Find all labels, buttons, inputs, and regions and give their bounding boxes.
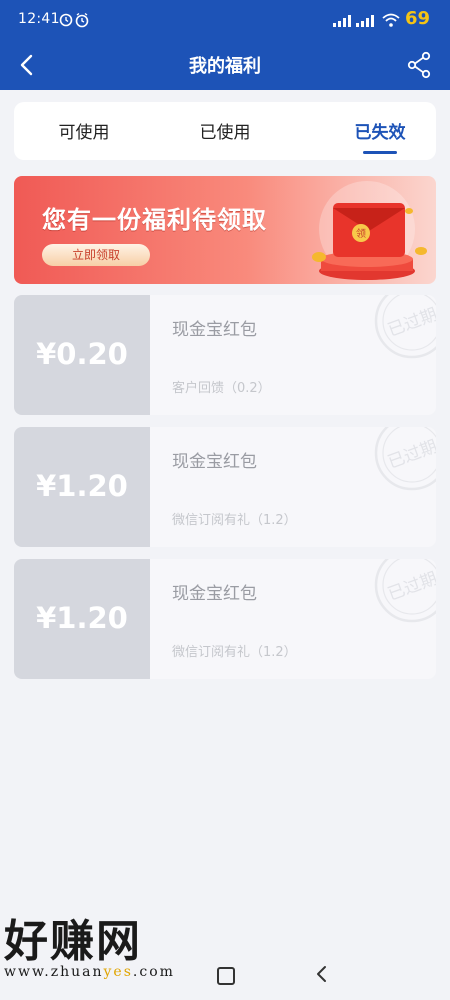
coupon-desc: 微信订阅有礼（1.2） xyxy=(172,645,297,660)
coupon-amount: ¥1.20 xyxy=(36,469,128,503)
watermark: 好赚网 www.zhuanyes.com xyxy=(4,916,175,981)
coupon-amount-panel: ¥1.20 xyxy=(14,427,150,547)
signal-icon xyxy=(356,13,374,27)
expired-stamp-icon: 已过期 xyxy=(374,427,436,491)
tab-bar: 可使用 已使用 已失效 xyxy=(14,102,436,160)
page-title: 我的福利 xyxy=(189,56,261,77)
stamp-text: 已过期 xyxy=(385,437,436,473)
coupon-amount-panel: ¥1.20 xyxy=(14,559,150,679)
coupon-name: 现金宝红包 xyxy=(172,320,257,340)
back-triangle-icon[interactable] xyxy=(312,964,332,984)
coupon-desc: 客户回馈（0.2） xyxy=(172,381,271,396)
banner-title: 您有一份福利待领取 xyxy=(42,206,267,234)
watermark-logo: 好赚网 xyxy=(4,916,142,967)
signal-icon xyxy=(333,13,351,27)
envelope-char: 领 xyxy=(356,227,366,240)
alarm-icon xyxy=(59,12,89,28)
coupon-card[interactable]: ¥0.20 现金宝红包 客户回馈（0.2） 已过期 xyxy=(14,295,436,415)
expired-stamp-icon: 已过期 xyxy=(374,295,436,359)
status-time: 12:41 xyxy=(18,11,60,27)
watermark-url-highlight: yes xyxy=(103,964,133,980)
red-envelope-icon: 领 xyxy=(312,181,427,280)
home-square-icon[interactable] xyxy=(217,967,235,985)
coupon-name: 现金宝红包 xyxy=(172,452,257,472)
coupon-desc: 微信订阅有礼（1.2） xyxy=(172,513,297,528)
coupon-amount: ¥1.20 xyxy=(36,601,128,635)
coupon-info-panel: 现金宝红包 微信订阅有礼（1.2） 已过期 xyxy=(150,559,436,679)
tab-available[interactable]: 可使用 xyxy=(29,118,139,143)
expired-stamp-icon: 已过期 xyxy=(374,559,436,623)
claim-now-button[interactable]: 立即领取 xyxy=(42,244,150,266)
tab-expired[interactable]: 已失效 xyxy=(325,118,435,143)
promo-banner[interactable]: 您有一份福利待领取 立即领取 领 xyxy=(14,176,436,284)
coupon-name: 现金宝红包 xyxy=(172,584,257,604)
coupon-amount-panel: ¥0.20 xyxy=(14,295,150,415)
wifi-icon xyxy=(382,13,400,27)
stamp-text: 已过期 xyxy=(385,569,436,605)
status-bar: 12:41 69 xyxy=(0,0,450,40)
watermark-url: www.zhuanyes.com xyxy=(4,964,175,980)
coupon-info-panel: 现金宝红包 客户回馈（0.2） 已过期 xyxy=(150,295,436,415)
coupon-info-panel: 现金宝红包 微信订阅有礼（1.2） 已过期 xyxy=(150,427,436,547)
coupon-card[interactable]: ¥1.20 现金宝红包 微信订阅有礼（1.2） 已过期 xyxy=(14,427,436,547)
coupon-card[interactable]: ¥1.20 现金宝红包 微信订阅有礼（1.2） 已过期 xyxy=(14,559,436,679)
tab-used[interactable]: 已使用 xyxy=(170,118,280,143)
share-icon[interactable] xyxy=(406,51,432,79)
top-navbar: 我的福利 xyxy=(0,40,450,90)
watermark-url-suffix: .com xyxy=(132,964,175,980)
stamp-text: 已过期 xyxy=(385,305,436,341)
battery-level: 69 xyxy=(404,8,430,29)
watermark-url-prefix: www.zhuan xyxy=(4,964,104,980)
active-tab-indicator xyxy=(363,151,397,154)
coupon-amount: ¥0.20 xyxy=(36,337,128,371)
